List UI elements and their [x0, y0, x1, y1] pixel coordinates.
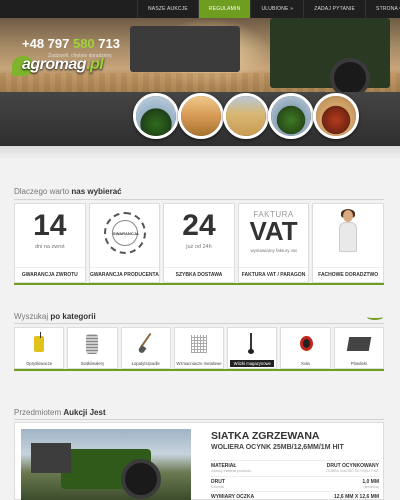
- category-mesh-rolls[interactable]: Siatki/wałery: [67, 327, 118, 369]
- leaf-decoration-icon: [367, 314, 383, 320]
- category-tarps[interactable]: Plandeki: [333, 327, 384, 369]
- category-wheels[interactable]: Koła: [280, 327, 331, 369]
- top-navigation-bar: NASZE AUKCJE REGULAMIN ULUBIONE » ZADAJ …: [0, 0, 400, 18]
- product-title: SIATKA ZGRZEWANA: [211, 430, 320, 442]
- hero-thumb-green-tractor[interactable]: [268, 93, 314, 139]
- product-subtitle: WOLIERA OCYNK 25MB/12,6MM/1M HIT: [211, 444, 344, 451]
- phone-number[interactable]: +48 797 580 713: [22, 36, 120, 51]
- nav-item-favorites[interactable]: ULUBIONE »: [250, 0, 303, 18]
- section-title-why-us: Dlaczego warto nas wybierać: [14, 187, 122, 196]
- benefit-card-delivery: 24 już od 24h SZYBKA DOSTAWA: [163, 203, 235, 283]
- section-divider: [14, 199, 384, 200]
- page: NASZE AUKCJE REGULAMIN ULUBIONE » ZADAJ …: [0, 0, 400, 500]
- category-hand-trucks[interactable]: Wózki magazynowe: [227, 327, 278, 369]
- benefit-card-invoice: FAKTURA VAT wystawiamy faktury vat FAKTU…: [237, 203, 310, 283]
- section-title-auction-item: Przedmiotem Aukcji Jest: [14, 408, 106, 417]
- benefit-subtext: dni na zwrot: [34, 244, 65, 250]
- mesh-roll-icon: [83, 332, 101, 354]
- main-menu: NASZE AUKCJE REGULAMIN ULUBIONE » ZADAJ …: [137, 0, 400, 18]
- phone-subtitle: Zadzwoń, chętnie doradzimy.: [48, 53, 113, 59]
- consultant-photo: [337, 209, 359, 260]
- wheel-icon: [297, 332, 315, 354]
- benefit-caption: GWARANCJA ZWROTU: [15, 267, 85, 282]
- hero-bottom-fade: [0, 146, 400, 160]
- accent-underline: [14, 369, 384, 371]
- category-row: Opryskiwacze Siatki/wałery Łopaty/szpadl…: [14, 327, 384, 369]
- benefit-number: 14: [33, 209, 67, 242]
- warranty-seal-icon: GWARANCJA: [103, 212, 146, 254]
- nav-item-ask-question[interactable]: ZADAJ PYTANIE: [303, 0, 365, 18]
- spec-row-wire: DRUT Grubość 1,0 MM (średnica): [211, 476, 379, 490]
- combine-harvester-image: [130, 26, 240, 72]
- benefit-caption: GWARANCJA PRODUCENTA: [89, 267, 160, 282]
- metal-mesh-icon: [190, 332, 208, 354]
- benefit-caption: FACHOWE DORADZTWO: [313, 267, 383, 282]
- shovel-icon: [137, 332, 155, 355]
- section-divider: [14, 419, 384, 420]
- benefit-caption: FAKTURA VAT / PARAGON: [238, 267, 309, 282]
- benefit-number: 24: [182, 209, 216, 242]
- spec-row-mesh-size: WYMIARY OCZKA 12,6 MM X 12,6 MM: [211, 491, 379, 500]
- benefit-caption: SZYBKA DOSTAWA: [164, 267, 234, 282]
- nav-item-terms[interactable]: REGULAMIN: [197, 0, 251, 18]
- product-panel: SIATKA ZGRZEWANA WOLIERA OCYNK 25MB/12,6…: [14, 422, 384, 500]
- hero-thumb-tractor[interactable]: [133, 93, 179, 139]
- benefit-card-warranty: GWARANCJA GWARANCJA PRODUCENTA: [88, 203, 161, 283]
- spec-row-material: MATERIAŁ Główny materiał produktu DRUT O…: [211, 460, 379, 474]
- benefit-subtext: już od 24h: [186, 244, 212, 250]
- hero-thumb-wheat[interactable]: [223, 93, 269, 139]
- hero-thumb-red-machine[interactable]: [313, 93, 359, 139]
- section-divider: [14, 323, 384, 324]
- benefits-row: 14 dni na zwrot GWARANCJA ZWROTU GWARANC…: [14, 203, 384, 283]
- sprayer-icon: [30, 332, 48, 354]
- section-title-categories: Wyszukaj po kategorii: [14, 312, 96, 321]
- vat-subtext: wystawiamy faktury vat: [250, 248, 297, 253]
- category-shovels[interactable]: Łopaty/szpadle: [120, 327, 171, 369]
- hand-truck-icon: [243, 332, 261, 354]
- tarp-icon: [346, 332, 372, 354]
- accent-underline: [14, 283, 384, 285]
- vat-label: VAT: [249, 216, 298, 246]
- nav-item-auctions[interactable]: NASZE AUKCJE: [137, 0, 198, 18]
- category-sprayers[interactable]: Opryskiwacze: [14, 327, 65, 369]
- category-metal-mesh[interactable]: Wzmacniacze metalowe: [173, 327, 225, 369]
- benefit-card-returns: 14 dni na zwrot GWARANCJA ZWROTU: [14, 203, 86, 283]
- benefit-card-advice: FACHOWE DORADZTWO: [312, 203, 384, 283]
- product-image[interactable]: [21, 429, 191, 500]
- nav-item-about[interactable]: STRONA O NAS: [365, 0, 400, 18]
- hero-thumb-farmer[interactable]: [178, 93, 224, 139]
